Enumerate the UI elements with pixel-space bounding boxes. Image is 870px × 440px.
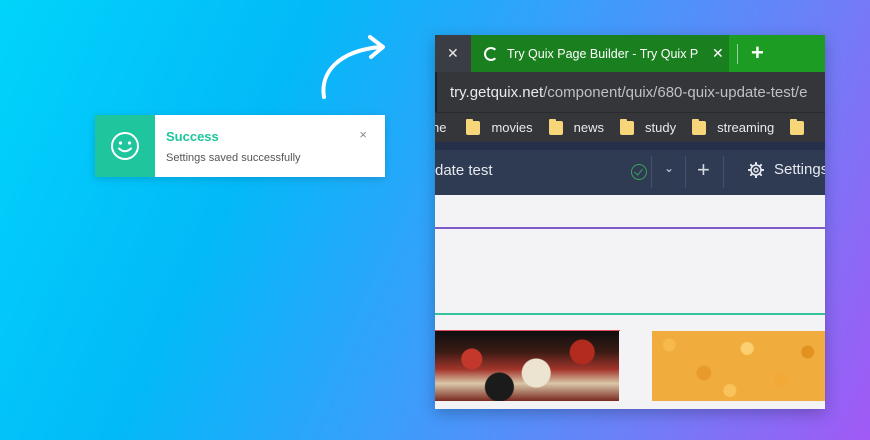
bookmark-item[interactable]: ne	[435, 120, 446, 135]
url-path: /component/quix/680-quix-update-test/e	[543, 83, 808, 101]
folder-icon	[466, 118, 481, 135]
folder-icon	[548, 118, 563, 135]
folder-icon	[790, 118, 805, 135]
section-border-green	[435, 313, 825, 315]
builder-canvas	[435, 195, 825, 404]
bookmark-label: study	[645, 120, 677, 135]
bookmark-folder-streaming[interactable]: streaming	[692, 118, 775, 135]
section-border-purple	[435, 227, 825, 229]
bookmarks-bar: ne movies news study streaming	[435, 112, 825, 142]
folder-icon	[620, 118, 635, 135]
bookmark-folder-news[interactable]: news	[548, 118, 605, 135]
image-block-left[interactable]	[435, 331, 619, 401]
bookmark-label: streaming	[717, 120, 775, 135]
tab-active[interactable]: Try Quix Page Builder - Try Quix P ✕	[471, 35, 729, 72]
toast-message: Settings saved successfully	[166, 152, 301, 164]
tab-separator	[737, 44, 738, 64]
tab-bar: ✕ Try Quix Page Builder - Try Quix P ✕ +	[435, 35, 825, 72]
bookmark-folder-movies[interactable]: movies	[466, 118, 533, 135]
address-bar[interactable]: try.getquix.net/component/quix/680-quix-…	[435, 72, 825, 112]
bookmark-label: ne	[435, 120, 447, 135]
image-block-right[interactable]	[652, 331, 825, 401]
browser-window: ✕ Try Quix Page Builder - Try Quix P ✕ +…	[435, 35, 825, 409]
url-host: try.getquix.net	[450, 83, 544, 101]
chevron-down-icon[interactable]: ⌄	[664, 161, 674, 175]
loading-spinner-icon	[484, 46, 498, 61]
tab-close-icon[interactable]: ✕	[447, 45, 459, 62]
toolbar-divider	[723, 156, 724, 188]
settings-button[interactable]: Settings	[748, 161, 825, 178]
saved-check-icon	[631, 164, 647, 180]
folder-icon	[692, 118, 707, 135]
smiley-icon	[111, 132, 139, 160]
bookmark-folder-study[interactable]: study	[620, 118, 677, 135]
builder-toolbar: date test ⌄ + Settings	[435, 142, 825, 195]
success-toast: Success Settings saved successfully ×	[95, 115, 385, 177]
tab-title: Try Quix Page Builder - Try Quix P	[507, 46, 699, 61]
new-tab-button[interactable]: +	[751, 40, 764, 66]
settings-label: Settings	[774, 161, 825, 178]
bookmark-label: news	[573, 120, 605, 135]
toolbar-divider	[685, 156, 686, 188]
bookmark-folder-partial[interactable]	[790, 118, 815, 135]
bookmark-label: movies	[491, 120, 533, 135]
toast-title: Success	[166, 129, 219, 144]
toolbar-divider	[651, 156, 652, 188]
add-button[interactable]: +	[697, 157, 710, 183]
tab-previous[interactable]: ✕	[435, 35, 471, 72]
toast-close-button[interactable]: ×	[359, 127, 367, 142]
tab-close-icon[interactable]: ✕	[712, 45, 724, 62]
page-title: date test	[435, 162, 493, 179]
toast-body: Success Settings saved successfully	[155, 115, 385, 177]
curved-arrow-icon	[321, 35, 385, 99]
gear-icon	[748, 161, 764, 178]
toast-icon-box	[95, 115, 155, 177]
